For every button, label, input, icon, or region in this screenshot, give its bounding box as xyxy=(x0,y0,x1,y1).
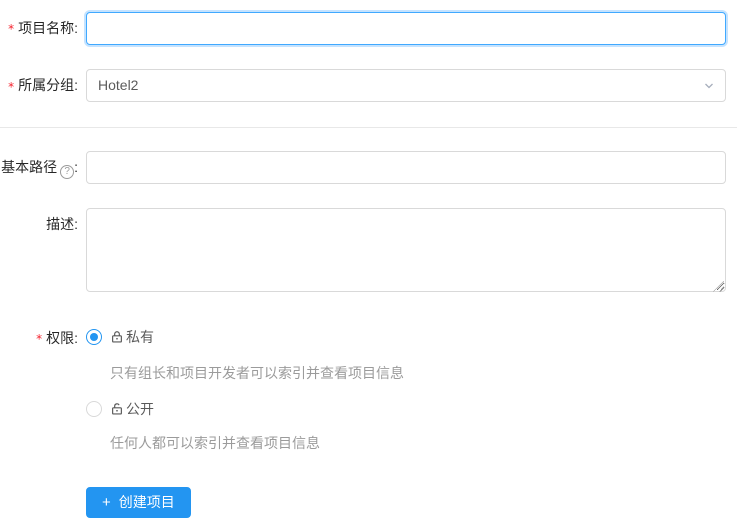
unlock-icon xyxy=(112,402,122,415)
group-control: Hotel2 xyxy=(86,69,726,103)
radio-private-circle[interactable] xyxy=(86,328,102,345)
create-project-button[interactable]: + 创建项目 xyxy=(86,486,191,518)
required-mark: * xyxy=(8,22,15,37)
radio-private-label: 私有 xyxy=(126,328,154,345)
project-name-control xyxy=(86,12,726,45)
group-select[interactable]: Hotel2 xyxy=(86,69,726,103)
label-colon: : xyxy=(74,329,78,346)
label-colon: : xyxy=(74,77,78,94)
permission-label-text: 权限 xyxy=(46,329,75,346)
permission-control: 私有 只有组长和项目开发者可以索引并查看项目信息 公开 任何人都可以索引并查看项… xyxy=(86,327,726,518)
radio-private-description: 只有组长和项目开发者可以索引并查看项目信息 xyxy=(110,364,404,381)
radio-private-text: 私有 xyxy=(110,327,154,347)
radio-public-label: 公开 xyxy=(126,400,154,417)
label-colon: : xyxy=(74,215,78,232)
radio-public[interactable]: 公开 xyxy=(86,399,726,419)
lock-icon xyxy=(112,330,122,343)
description-label-text: 描述 xyxy=(46,215,75,232)
submit-row: + 创建项目 xyxy=(86,486,726,518)
group-label-text: 所属分组 xyxy=(18,77,75,94)
plus-icon: + xyxy=(102,493,111,511)
required-mark: * xyxy=(8,79,15,94)
project-name-input[interactable] xyxy=(86,12,726,45)
label-colon: : xyxy=(74,20,78,36)
radio-public-description: 任何人都可以索引并查看项目信息 xyxy=(110,434,320,451)
permission-label: * 权限: xyxy=(0,327,86,350)
description-label: 描述: xyxy=(0,208,86,240)
description-textarea[interactable] xyxy=(86,207,726,292)
label-colon: : xyxy=(74,158,78,175)
project-name-label-text: 项目名称 xyxy=(18,20,75,36)
form-item-project-name: * 项目名称: xyxy=(0,12,737,45)
base-path-input[interactable] xyxy=(86,150,726,184)
radio-private[interactable]: 私有 xyxy=(86,327,726,347)
form-item-group: * 所属分组: Hotel2 xyxy=(0,69,737,103)
group-label: * 所属分组: xyxy=(0,69,86,102)
create-project-button-label: 创建项目 xyxy=(118,494,175,511)
chevron-down-icon xyxy=(705,83,713,89)
question-circle-icon[interactable]: ? xyxy=(60,164,75,179)
project-name-label: * 项目名称: xyxy=(0,12,86,45)
base-path-control xyxy=(86,150,726,184)
base-path-label: 基本路径?: xyxy=(0,151,86,184)
required-mark: * xyxy=(36,331,43,346)
base-path-label-text: 基本路径 xyxy=(1,158,58,175)
radio-public-circle[interactable] xyxy=(86,400,102,417)
radio-public-text: 公开 xyxy=(110,399,154,419)
section-divider xyxy=(0,126,737,128)
form-item-description: 描述: xyxy=(0,207,737,295)
form-item-permission: * 权限: 私有 只有组长和项目开发者可以索引并查看项目信息 公开 任何人都可以… xyxy=(0,327,737,518)
create-project-form: * 项目名称: * 所属分组: Hotel2 基本路径?: 描述: * 权限: … xyxy=(0,0,737,518)
description-control xyxy=(86,207,726,295)
group-select-value: Hotel2 xyxy=(98,77,139,94)
form-item-base-path: 基本路径?: xyxy=(0,150,737,184)
